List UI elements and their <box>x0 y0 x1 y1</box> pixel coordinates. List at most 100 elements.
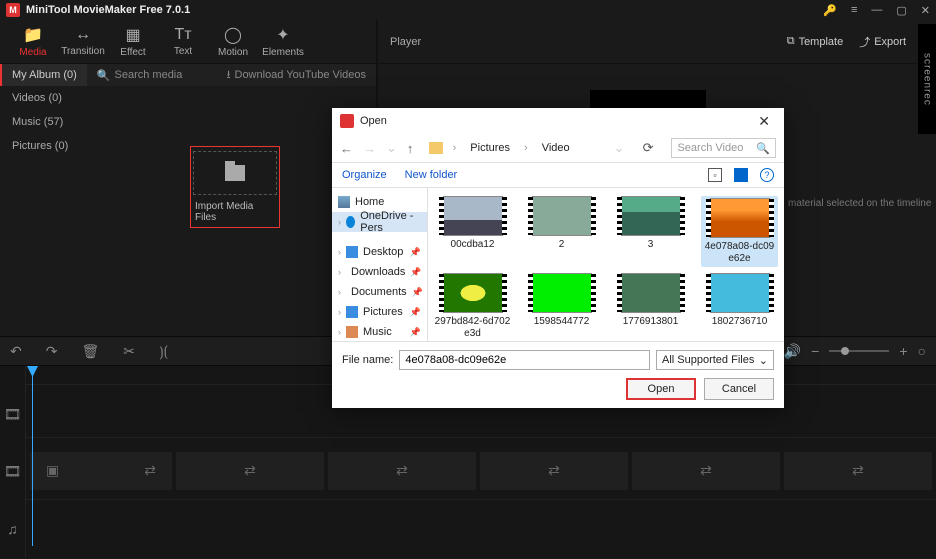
file-thumbnail <box>443 196 503 236</box>
dialog-close-button[interactable]: ✕ <box>752 113 776 130</box>
delete-button[interactable]: 🗑 <box>81 343 99 360</box>
file-item[interactable]: 4e078a08-dc09e62e <box>701 196 778 267</box>
file-name-label: 2 <box>559 239 565 251</box>
category-item[interactable]: Videos (0) <box>0 86 94 110</box>
tool-text[interactable]: TтText <box>158 20 208 64</box>
app-title: MiniTool MovieMaker Free 7.0.1 <box>26 4 190 16</box>
breadcrumb-item[interactable]: Video <box>538 142 574 154</box>
playhead[interactable] <box>32 366 33 546</box>
sidebar-item-home[interactable]: Home <box>332 192 427 212</box>
breadcrumb-dropdown-icon[interactable]: ⌄ <box>614 140 625 156</box>
new-folder-button[interactable]: New folder <box>405 169 458 181</box>
preview-pane-button[interactable] <box>734 168 748 182</box>
filename-label: File name: <box>342 354 393 366</box>
dialog-search-input[interactable]: Search Video 🔍 <box>671 138 776 158</box>
pin-icon: 📌 <box>410 327 421 338</box>
clip-placeholder[interactable]: ▣⇄ <box>30 452 172 490</box>
file-thumbnail <box>621 196 681 236</box>
folder-icon <box>225 165 245 181</box>
crop-button[interactable]: ⟯⟮ <box>159 343 168 360</box>
od-icon <box>346 216 355 228</box>
clip-placeholder[interactable]: ⇄ <box>480 452 628 490</box>
download-youtube-button[interactable]: ⭳Download YouTube Videos <box>227 66 366 85</box>
nav-recent-button[interactable]: ⌄ <box>386 140 397 156</box>
file-name-label: 3 <box>648 239 654 251</box>
file-item[interactable]: 297bd842-6d702e3d <box>434 273 511 340</box>
import-media-dropzone[interactable]: Import Media Files <box>190 146 280 228</box>
file-item[interactable]: 2 <box>523 196 600 267</box>
tool-transition[interactable]: ↔Transition <box>58 20 108 64</box>
file-thumbnail <box>532 273 592 313</box>
tool-elements[interactable]: ✦Elements <box>258 20 308 64</box>
screenrec-badge: screenrec <box>918 24 936 134</box>
file-item[interactable]: 1598544772 <box>523 273 600 340</box>
file-item[interactable]: 1802736710 <box>701 273 778 340</box>
sidebar-item-dl[interactable]: ›Downloads📌 <box>332 262 427 282</box>
nav-back-button[interactable]: ← <box>340 141 353 156</box>
category-item[interactable]: Music (57) <box>0 110 94 134</box>
file-item[interactable]: 00cdba12 <box>434 196 511 267</box>
tool-motion[interactable]: ◯Motion <box>208 20 258 64</box>
sidebar-item-od[interactable]: ›OneDrive - Pers <box>332 212 427 232</box>
mus-icon <box>346 326 358 338</box>
clip-placeholder[interactable]: ⇄ <box>784 452 932 490</box>
open-button[interactable]: Open <box>626 378 696 400</box>
nav-forward-button[interactable]: → <box>363 141 376 156</box>
template-button[interactable]: ⧉Template <box>787 34 844 50</box>
transition-icon: ↔ <box>75 26 91 44</box>
filetype-filter[interactable]: All Supported Files <box>656 350 774 370</box>
key-icon[interactable]: 🔑 <box>823 4 837 17</box>
tool-effect[interactable]: ▦Effect <box>108 20 158 64</box>
sidebar-item-dsk[interactable]: ›Desktop📌 <box>332 242 427 262</box>
zoom-in-button[interactable]: + <box>899 343 907 359</box>
motion-icon: ◯ <box>224 25 242 45</box>
dsk-icon <box>346 246 358 258</box>
maximize-icon[interactable]: ▢ <box>896 4 906 17</box>
category-item[interactable]: Pictures (0) <box>0 134 94 158</box>
view-mode-button[interactable]: ▫ <box>708 168 722 182</box>
image-icon: ▣ <box>46 462 59 479</box>
clip-placeholder[interactable]: ⇄ <box>328 452 476 490</box>
pin-icon: 📌 <box>410 267 421 278</box>
file-thumbnail <box>532 196 592 236</box>
menu-icon[interactable]: ≡ <box>851 4 857 16</box>
zoom-out-button[interactable]: − <box>811 343 819 359</box>
sidebar-item-doc[interactable]: ›Documents📌 <box>332 282 427 302</box>
tool-media[interactable]: 📁Media <box>8 20 58 64</box>
close-icon[interactable]: ✕ <box>921 4 930 17</box>
undo-button[interactable]: ↶ <box>10 343 22 360</box>
zoom-fit-button[interactable]: ○ <box>918 343 926 359</box>
clip-placeholder[interactable]: ⇄ <box>176 452 324 490</box>
file-name-label: 1598544772 <box>534 316 590 328</box>
sidebar-item-pic[interactable]: ›Pictures📌 <box>332 302 427 322</box>
file-item[interactable]: 1776913801 <box>612 273 689 340</box>
help-button[interactable]: ? <box>760 168 774 182</box>
media-icon: 📁 <box>23 25 43 45</box>
export-button[interactable]: ⤴Export <box>859 34 906 50</box>
cancel-button[interactable]: Cancel <box>704 378 774 400</box>
file-item[interactable]: 3 <box>612 196 689 267</box>
app-logo-icon: M <box>6 3 20 17</box>
split-button[interactable]: ✂ <box>123 343 135 360</box>
zoom-slider[interactable] <box>829 350 889 352</box>
main-toolbar: 📁Media↔Transition▦EffectTтText◯Motion✦El… <box>0 20 376 64</box>
organize-button[interactable]: Organize <box>342 169 387 181</box>
pin-icon: 📌 <box>410 247 421 258</box>
redo-button[interactable]: ↷ <box>46 343 58 360</box>
breadcrumb-item[interactable]: Pictures <box>466 142 514 154</box>
folder-icon <box>429 142 442 154</box>
search-media[interactable]: 🔍Search media <box>97 69 183 82</box>
swap-icon: ⇄ <box>144 462 156 479</box>
tab-my-album[interactable]: My Album (0) <box>0 64 87 86</box>
filename-input[interactable] <box>399 350 650 370</box>
dialog-title: Open <box>360 115 387 127</box>
refresh-button[interactable]: ⟳ <box>643 140 654 156</box>
nav-up-button[interactable]: ↑ <box>407 141 414 156</box>
audio-icon[interactable]: 🔊 <box>784 343 801 360</box>
clip-placeholder[interactable]: ⇄ <box>632 452 780 490</box>
home-icon <box>338 196 350 208</box>
no-media-hint: material selected on the timeline <box>788 198 931 209</box>
elements-icon: ✦ <box>276 25 289 45</box>
sidebar-item-mus[interactable]: ›Music📌 <box>332 322 427 341</box>
minimize-icon[interactable]: — <box>871 4 882 16</box>
